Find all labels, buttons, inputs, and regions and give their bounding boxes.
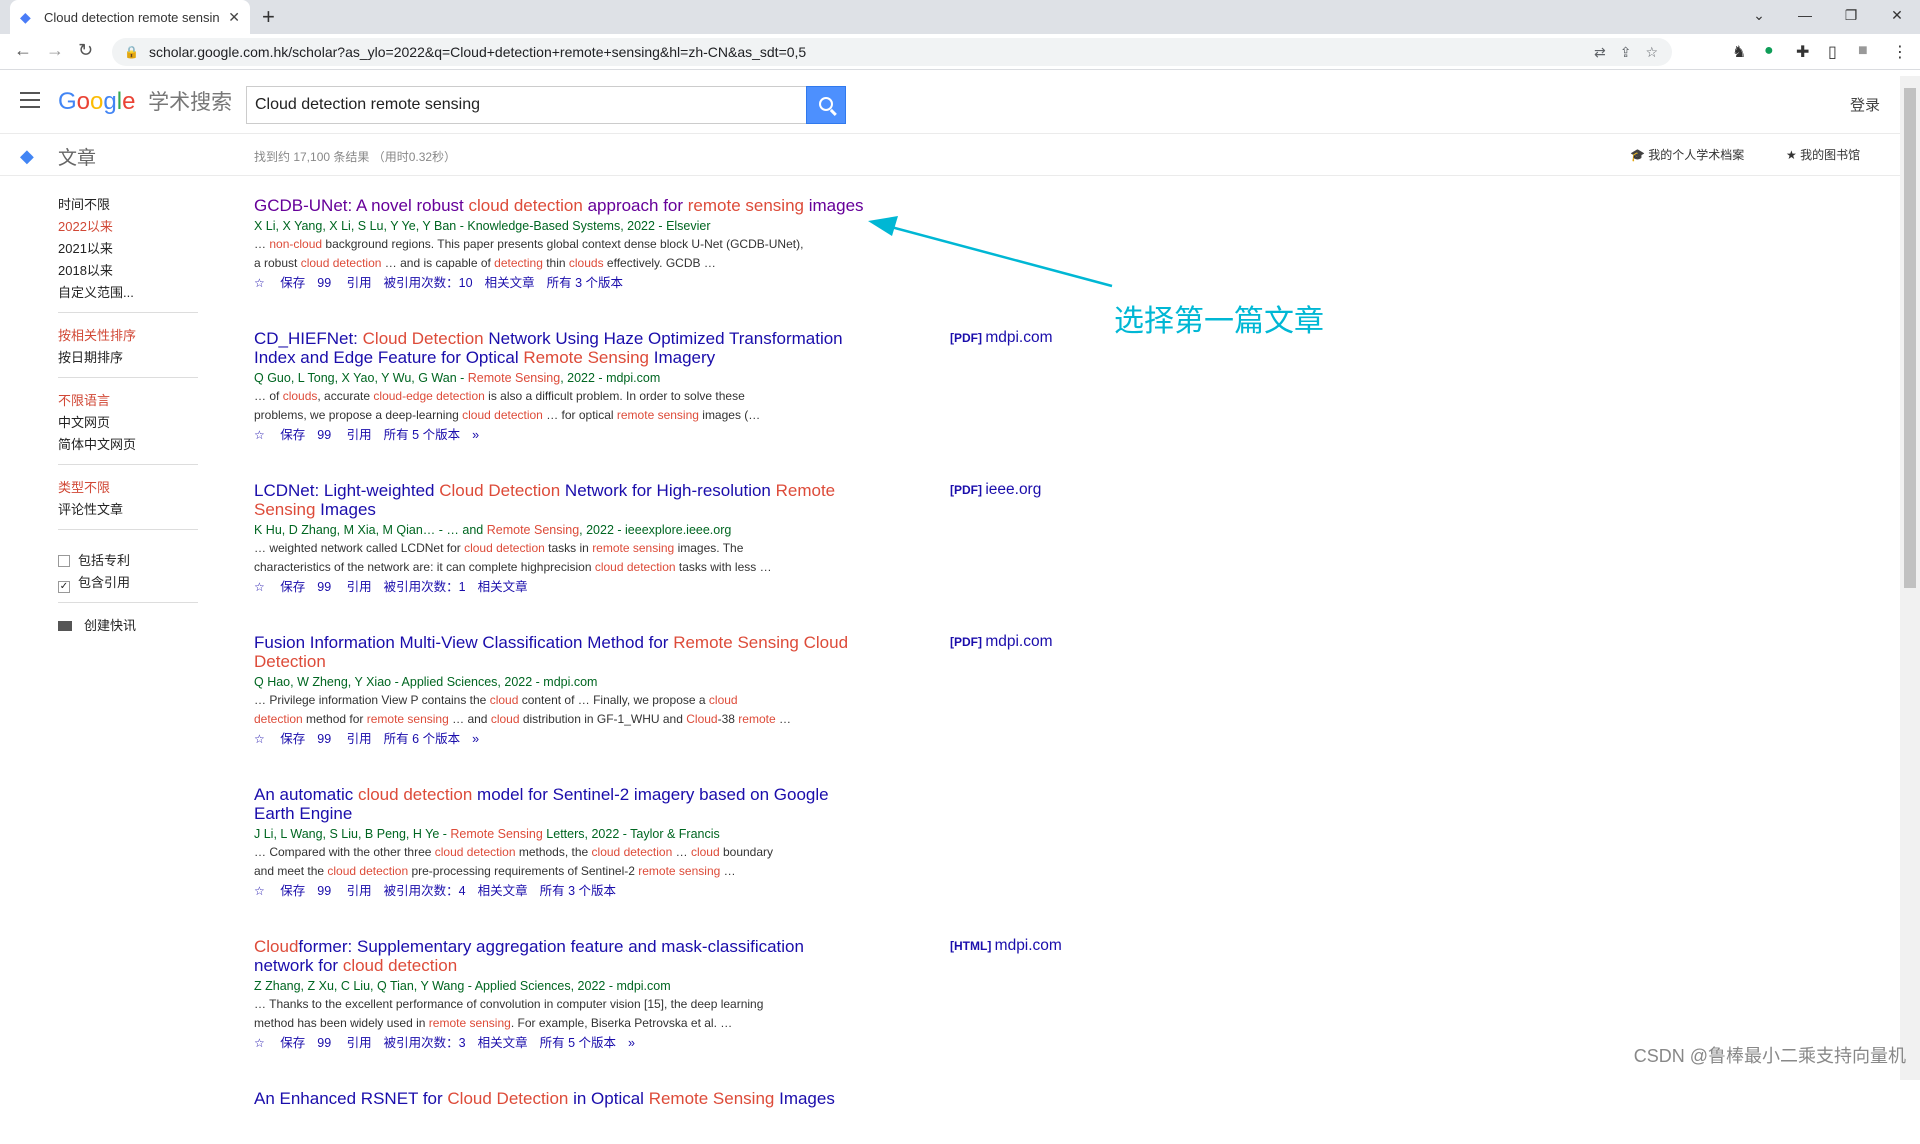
watermark: CSDN @鲁棒最小二乘支持向量机 [1633, 1046, 1906, 1066]
arrow-head [868, 216, 898, 236]
annotation-text: 选择第一篇文章 [1114, 305, 1324, 338]
annotation-arrow [868, 216, 1113, 288]
result-title-link[interactable]: An Enhanced RSNET for Cloud Detection in… [254, 1089, 866, 1108]
scrollbar-thumb[interactable] [1904, 88, 1916, 588]
arrow-line [879, 222, 1113, 288]
page-scrollbar[interactable] [1900, 76, 1920, 1080]
result-item: An Enhanced RSNET for Cloud Detection in… [254, 1089, 1354, 1108]
